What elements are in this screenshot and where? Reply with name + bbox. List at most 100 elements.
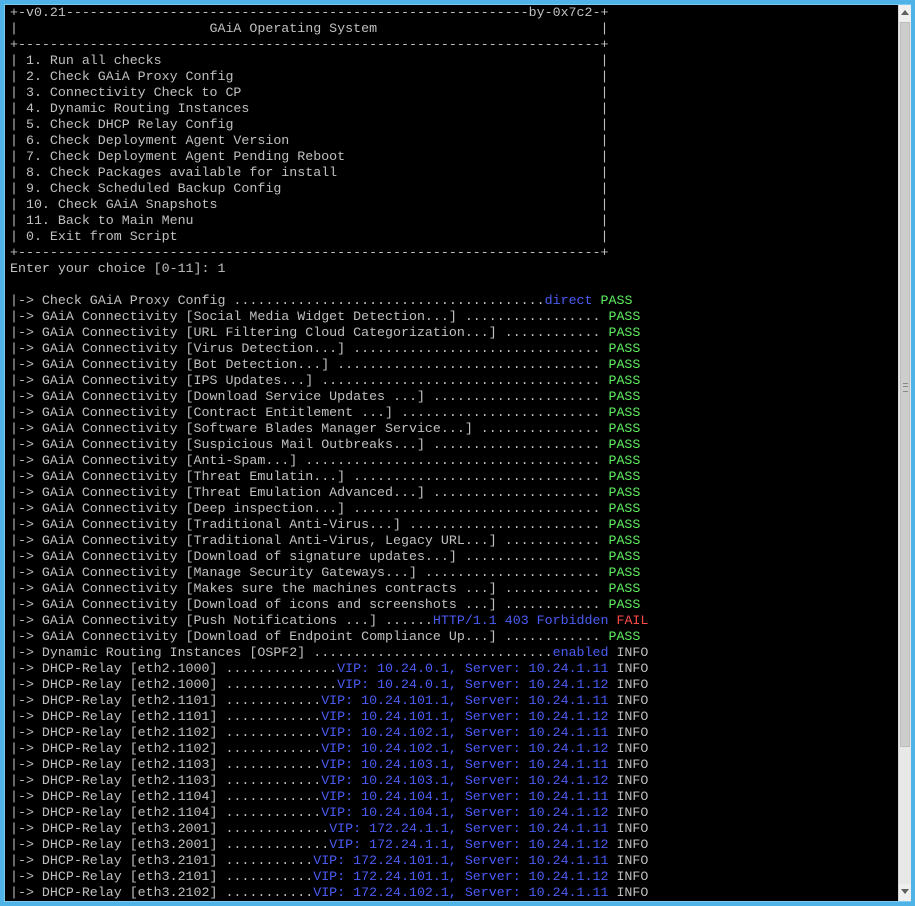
terminal-line: +---------------------------------------… — [10, 37, 648, 53]
terminal-line: |-> GAiA Connectivity [Download of icons… — [10, 597, 648, 613]
terminal-text-segment: |-> GAiA Connectivity [Traditional Anti-… — [10, 533, 609, 548]
terminal-text-segment: PASS — [608, 469, 641, 484]
terminal-text-segment: |-> DHCP-Relay [eth3.2001] ............. — [10, 837, 330, 852]
terminal-line: +---------------------------------------… — [10, 245, 648, 261]
terminal-line: |-> DHCP-Relay [eth2.1103] ............V… — [10, 773, 648, 789]
terminal-text-segment: |-> DHCP-Relay [eth3.2001] ............. — [10, 821, 330, 836]
terminal-screen[interactable]: +-v0.21---------------------------------… — [5, 5, 898, 901]
terminal-text-segment: VIP: 10.24.101.1, Server: 10.24.1.11 — [321, 693, 609, 708]
terminal-line: |-> Dynamic Routing Instances [OSPF2] ..… — [10, 645, 648, 661]
terminal-text-segment: |-> DHCP-Relay [eth2.1104] ............ — [10, 805, 322, 820]
terminal-text-segment: |-> Dynamic Routing Instances [OSPF2] ..… — [10, 645, 553, 660]
terminal-text-segment: | 1. Run all checks | — [10, 53, 609, 68]
terminal-text-segment: PASS — [608, 549, 641, 564]
terminal-text-segment: +-v0.21---------------------------------… — [10, 5, 609, 20]
terminal-text-segment: VIP: 10.24.0.1, Server: 10.24.1.12 — [337, 677, 609, 692]
terminal-text-segment: PASS — [608, 309, 641, 324]
terminal-line: |-> GAiA Connectivity [Deep inspection..… — [10, 501, 648, 517]
terminal-text-segment: |-> GAiA Connectivity [Software Blades M… — [10, 421, 609, 436]
terminal-text-segment: INFO — [608, 725, 649, 740]
terminal-line: |-> Check GAiA Proxy Config ............… — [10, 293, 648, 309]
scrollbar-thumb[interactable] — [900, 22, 910, 747]
terminal-text-segment: VIP: 10.24.102.1, Server: 10.24.1.11 — [321, 725, 609, 740]
terminal-text-segment: HTTP/1.1 403 Forbidden — [432, 613, 609, 628]
terminal-text-segment: Enter your choice [0-11]: 1 — [10, 261, 226, 276]
terminal-line: |-> DHCP-Relay [eth3.2101] ...........VI… — [10, 853, 648, 869]
terminal-text-segment: VIP: 172.24.1.1, Server: 10.24.1.11 — [329, 821, 609, 836]
terminal-text-segment: PASS — [608, 389, 641, 404]
terminal-text-segment: |-> GAiA Connectivity [Makes sure the ma… — [10, 581, 609, 596]
terminal-text-segment: PASS — [608, 325, 641, 340]
terminal-line: | 11. Back to Main Menu | — [10, 213, 648, 229]
terminal-text-segment: VIP: 10.24.103.1, Server: 10.24.1.11 — [321, 757, 609, 772]
terminal-text-segment: | 3. Connectivity Check to CP | — [10, 85, 609, 100]
terminal-text-segment: |-> GAiA Connectivity [Download Service … — [10, 389, 609, 404]
terminal-text-segment: |-> DHCP-Relay [eth2.1103] ............ — [10, 757, 322, 772]
terminal-text-segment: | 8. Check Packages available for instal… — [10, 165, 609, 180]
terminal-line: | 7. Check Deployment Agent Pending Rebo… — [10, 149, 648, 165]
terminal-line: +-v0.21---------------------------------… — [10, 5, 648, 21]
terminal-text-segment: |-> GAiA Connectivity [Traditional Anti-… — [10, 517, 609, 532]
terminal-text-segment: VIP: 10.24.104.1, Server: 10.24.1.11 — [321, 789, 609, 804]
terminal-line: |-> DHCP-Relay [eth3.2102] ...........VI… — [10, 885, 648, 901]
terminal-text-segment: VIP: 172.24.101.1, Server: 10.24.1.11 — [313, 853, 609, 868]
terminal-text-segment: PASS — [608, 533, 641, 548]
terminal-text-segment: |-> GAiA Connectivity [Social Media Widg… — [10, 309, 609, 324]
terminal-line: |-> GAiA Connectivity [Download Service … — [10, 389, 648, 405]
terminal-text-segment: PASS — [600, 293, 633, 308]
terminal-text-segment: | 7. Check Deployment Agent Pending Rebo… — [10, 149, 609, 164]
terminal-line: | 9. Check Scheduled Backup Config | — [10, 181, 648, 197]
vertical-scrollbar[interactable] — [898, 5, 911, 901]
terminal-line: | 1. Run all checks | — [10, 53, 648, 69]
terminal-line: |-> GAiA Connectivity [Traditional Anti-… — [10, 533, 648, 549]
terminal-text-segment: |-> DHCP-Relay [eth2.1104] ............ — [10, 789, 322, 804]
terminal-line: | 3. Connectivity Check to CP | — [10, 85, 648, 101]
terminal-text-segment: |-> DHCP-Relay [eth3.2101] ........... — [10, 869, 314, 884]
terminal-text-segment: | 6. Check Deployment Agent Version | — [10, 133, 609, 148]
terminal-text-segment: PASS — [608, 485, 641, 500]
terminal-text-segment: PASS — [608, 405, 641, 420]
terminal-text-segment: |-> GAiA Connectivity [Download of signa… — [10, 549, 609, 564]
terminal-text-segment: INFO — [608, 885, 649, 900]
terminal-line: |-> DHCP-Relay [eth3.2001] .............… — [10, 837, 648, 853]
terminal-text-segment: INFO — [608, 693, 649, 708]
terminal-text-segment: |-> DHCP-Relay [eth2.1101] ............ — [10, 709, 322, 724]
terminal-text-segment: PASS — [608, 453, 641, 468]
terminal-line: |-> GAiA Connectivity [URL Filtering Clo… — [10, 325, 648, 341]
terminal-text-segment: |-> GAiA Connectivity [Suspicious Mail O… — [10, 437, 609, 452]
terminal-line: |-> DHCP-Relay [eth3.2101] ...........VI… — [10, 869, 648, 885]
terminal-text-segment: |-> DHCP-Relay [eth2.1000] .............… — [10, 661, 338, 676]
terminal-text-segment: PASS — [608, 373, 641, 388]
terminal-line: |-> DHCP-Relay [eth3.2001] .............… — [10, 821, 648, 837]
terminal-text-segment: |-> GAiA Connectivity [Anti-Spam...] ...… — [10, 453, 609, 468]
terminal-text-segment: VIP: 10.24.104.1, Server: 10.24.1.12 — [321, 805, 609, 820]
terminal-text-segment: |-> GAiA Connectivity [Contract Entitlem… — [10, 405, 609, 420]
terminal-text-segment: INFO — [608, 757, 649, 772]
terminal-line: |-> DHCP-Relay [eth2.1000] .............… — [10, 661, 648, 677]
terminal-text-segment: |-> GAiA Connectivity [Manage Security G… — [10, 565, 609, 580]
terminal-text-segment: INFO — [608, 709, 649, 724]
terminal-line: |-> GAiA Connectivity [Threat Emulation … — [10, 485, 648, 501]
scroll-down-button[interactable] — [899, 884, 911, 901]
terminal-line: Enter your choice [0-11]: 1 — [10, 261, 648, 277]
terminal-text-segment: INFO — [608, 677, 649, 692]
terminal-text-segment: PASS — [608, 501, 641, 516]
terminal-text-segment: FAIL — [616, 613, 649, 628]
terminal-text-segment: |-> DHCP-Relay [eth2.1103] ............ — [10, 773, 322, 788]
terminal-text-segment: |-> DHCP-Relay [eth2.1101] ............ — [10, 693, 322, 708]
terminal-text-segment: INFO — [608, 661, 649, 676]
terminal-line: |-> DHCP-Relay [eth2.1104] ............V… — [10, 789, 648, 805]
terminal-text-segment: PASS — [608, 357, 641, 372]
terminal-text-segment: |-> DHCP-Relay [eth2.1000] .............… — [10, 677, 338, 692]
terminal-text-segment: |-> DHCP-Relay [eth3.2102] ........... — [10, 885, 314, 900]
terminal-text-segment: INFO — [608, 805, 649, 820]
terminal-text-segment: |-> GAiA Connectivity [Threat Emulatin..… — [10, 469, 609, 484]
terminal-text-segment: INFO — [608, 821, 649, 836]
grip-icon — [903, 383, 908, 392]
terminal-text-segment: PASS — [608, 629, 641, 644]
terminal-text-segment: |-> GAiA Connectivity [Deep inspection..… — [10, 501, 609, 516]
scroll-up-button[interactable] — [899, 5, 911, 22]
terminal-text-segment: | 2. Check GAiA Proxy Config | — [10, 69, 609, 84]
terminal-text-segment: |-> DHCP-Relay [eth3.2101] ........... — [10, 853, 314, 868]
